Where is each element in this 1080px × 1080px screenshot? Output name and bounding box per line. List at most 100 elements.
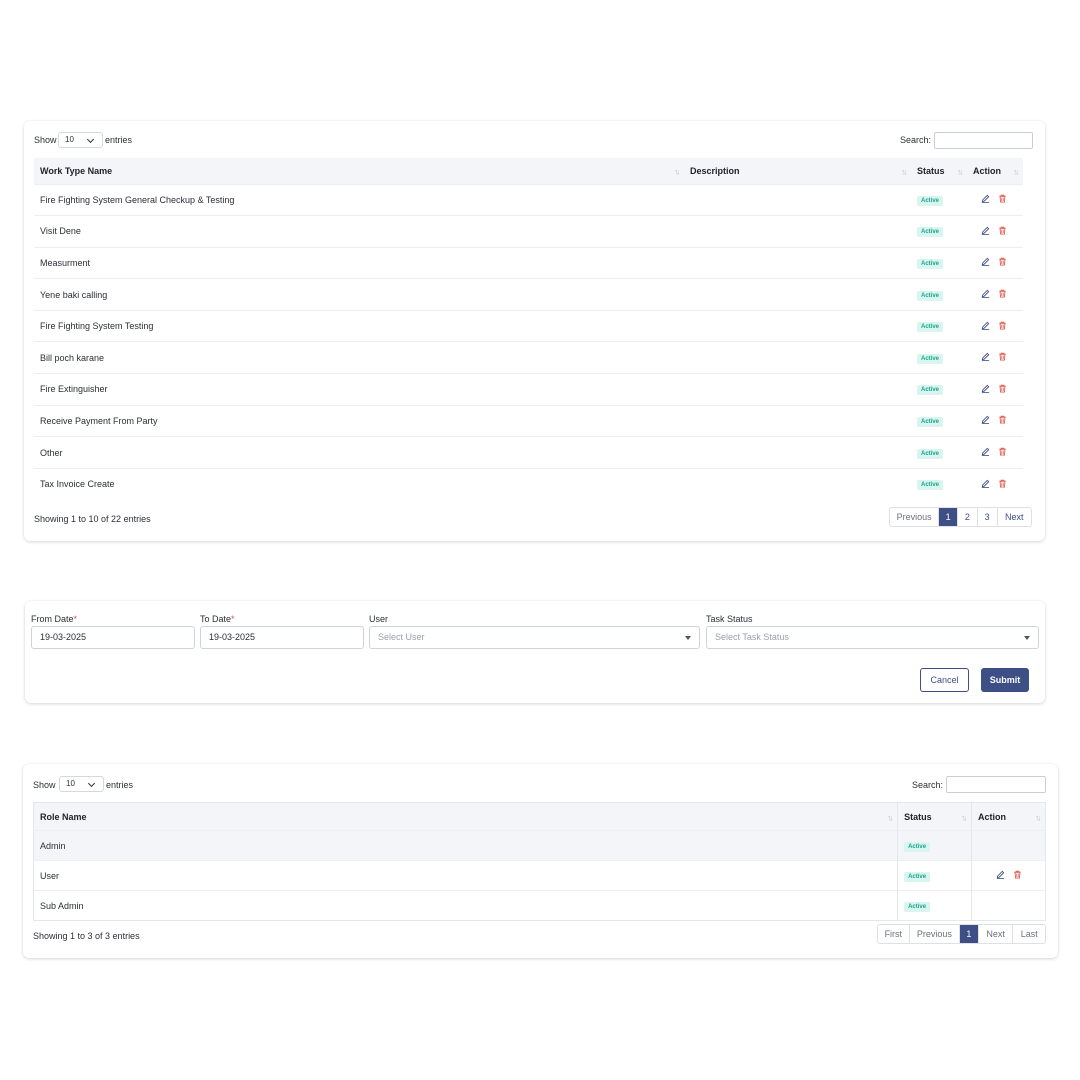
table-row: Fire Fighting System General Checkup & T… <box>34 183 1023 216</box>
pencil-icon[interactable] <box>996 870 1005 879</box>
status-cell: Active <box>897 890 972 921</box>
pencil-icon[interactable] <box>981 384 990 393</box>
trash-icon[interactable] <box>998 352 1007 361</box>
status-badge: Active <box>917 258 944 269</box>
submit-button[interactable]: Submit <box>981 668 1029 692</box>
search-input[interactable] <box>946 776 1046 793</box>
entries-select[interactable]: 10 <box>59 776 104 792</box>
trash-icon[interactable] <box>998 479 1007 488</box>
trash-icon[interactable] <box>998 384 1007 393</box>
from-date-input[interactable]: 19-03-2025 <box>31 626 195 649</box>
col-description[interactable]: Description ↑↓ <box>684 158 911 184</box>
role-name-cell: Admin <box>33 830 898 861</box>
status-badge: Active <box>904 901 931 912</box>
description-cell <box>684 436 911 469</box>
pagination: Previous 1 2 3 Next <box>889 507 1032 527</box>
trash-icon[interactable] <box>998 321 1007 330</box>
col-status[interactable]: Status ↑↓ <box>911 158 967 184</box>
show-label: Show <box>34 135 57 145</box>
pencil-icon[interactable] <box>981 447 990 456</box>
page-1-button[interactable]: 1 <box>939 508 959 526</box>
trash-icon[interactable] <box>1013 870 1022 879</box>
action-cell <box>971 860 1046 891</box>
sort-icon: ↑↓ <box>674 167 680 177</box>
pencil-icon[interactable] <box>981 194 990 204</box>
col-action[interactable]: Action ↑↓ <box>971 802 1046 831</box>
status-badge: Active <box>917 353 944 364</box>
table-row: Fire Fighting System Testing Active <box>34 309 1023 342</box>
sort-icon: ↑↓ <box>887 812 893 822</box>
status-cell: Active <box>911 278 967 311</box>
table-row: Receive Payment From Party Active <box>34 404 1023 437</box>
col-action[interactable]: Action ↑↓ <box>967 158 1023 184</box>
trash-icon[interactable] <box>998 447 1007 456</box>
table-row: Fire Extinguisher Active <box>34 373 1023 406</box>
entries-value: 10 <box>66 779 75 788</box>
pencil-icon[interactable] <box>981 321 990 330</box>
col-status[interactable]: Status ↑↓ <box>897 802 972 831</box>
status-cell: Active <box>911 341 967 374</box>
next-button[interactable]: Next <box>998 508 1032 526</box>
page-3-button[interactable]: 3 <box>978 508 998 526</box>
search-input[interactable] <box>934 132 1033 149</box>
status-cell: Active <box>897 830 972 861</box>
search-label: Search: <box>912 780 944 790</box>
work-type-name-cell: Fire Fighting System Testing <box>34 309 684 342</box>
page-1-button[interactable]: 1 <box>960 925 979 943</box>
table-row: Admin Active <box>33 830 1046 861</box>
action-cell <box>967 278 1023 311</box>
from-date-label: From Date* <box>31 614 78 624</box>
table-row: Measurment Active <box>34 246 1023 279</box>
status-badge: Active <box>917 480 944 491</box>
trash-icon[interactable] <box>998 415 1007 425</box>
work-type-name-cell: Measurment <box>34 246 684 279</box>
pencil-icon[interactable] <box>981 257 990 267</box>
user-placeholder: Select User <box>378 632 425 642</box>
cancel-button[interactable]: Cancel <box>920 668 969 692</box>
pencil-icon[interactable] <box>981 226 990 235</box>
pencil-icon[interactable] <box>981 289 990 298</box>
status-badge: Active <box>917 448 944 459</box>
status-badge: Active <box>917 195 944 206</box>
table-row: Yene baki calling Active <box>34 278 1023 311</box>
work-type-name-cell: Tax Invoice Create <box>34 467 684 500</box>
last-button[interactable]: Last <box>1013 925 1045 943</box>
pencil-icon[interactable] <box>981 352 990 362</box>
user-select[interactable]: Select User <box>369 626 700 649</box>
status-cell: Active <box>911 436 967 469</box>
trash-icon[interactable] <box>998 226 1007 235</box>
show-label: Show <box>33 780 56 790</box>
to-date-input[interactable]: 19-03-2025 <box>200 626 364 649</box>
work-type-card: Show 10 entries Search: Work Type Name ↑↓… <box>24 121 1045 541</box>
sort-icon: ↑↓ <box>957 167 963 177</box>
trash-icon[interactable] <box>998 289 1007 298</box>
table-row: Tax Invoice Create Active <box>34 467 1023 500</box>
first-button[interactable]: First <box>878 925 910 943</box>
col-work-type-name[interactable]: Work Type Name ↑↓ <box>34 158 684 184</box>
status-badge: Active <box>917 416 944 427</box>
previous-button[interactable]: Previous <box>890 508 940 526</box>
work-type-name-cell: Fire Extinguisher <box>34 373 684 406</box>
description-cell <box>684 215 911 248</box>
trash-icon[interactable] <box>998 194 1007 203</box>
description-cell <box>684 373 911 406</box>
status-cell: Active <box>911 309 967 342</box>
col-role-name[interactable]: Role Name ↑↓ <box>33 802 898 831</box>
status-badge: Active <box>917 385 944 396</box>
trash-icon[interactable] <box>998 257 1007 267</box>
action-cell <box>967 467 1023 500</box>
entries-value: 10 <box>65 135 74 144</box>
table-row: Visit Dene Active <box>34 215 1023 248</box>
next-button[interactable]: Next <box>979 925 1014 943</box>
status-cell: Active <box>911 246 967 279</box>
action-cell <box>967 404 1023 437</box>
pagination: First Previous 1 Next Last <box>877 924 1046 944</box>
task-status-select[interactable]: Select Task Status <box>706 626 1039 649</box>
page-2-button[interactable]: 2 <box>958 508 978 526</box>
entries-select[interactable]: 10 <box>58 132 103 148</box>
previous-button[interactable]: Previous <box>910 925 961 943</box>
pencil-icon[interactable] <box>981 479 990 488</box>
work-type-name-cell: Receive Payment From Party <box>34 404 684 437</box>
pencil-icon[interactable] <box>981 415 990 425</box>
action-cell <box>967 215 1023 248</box>
